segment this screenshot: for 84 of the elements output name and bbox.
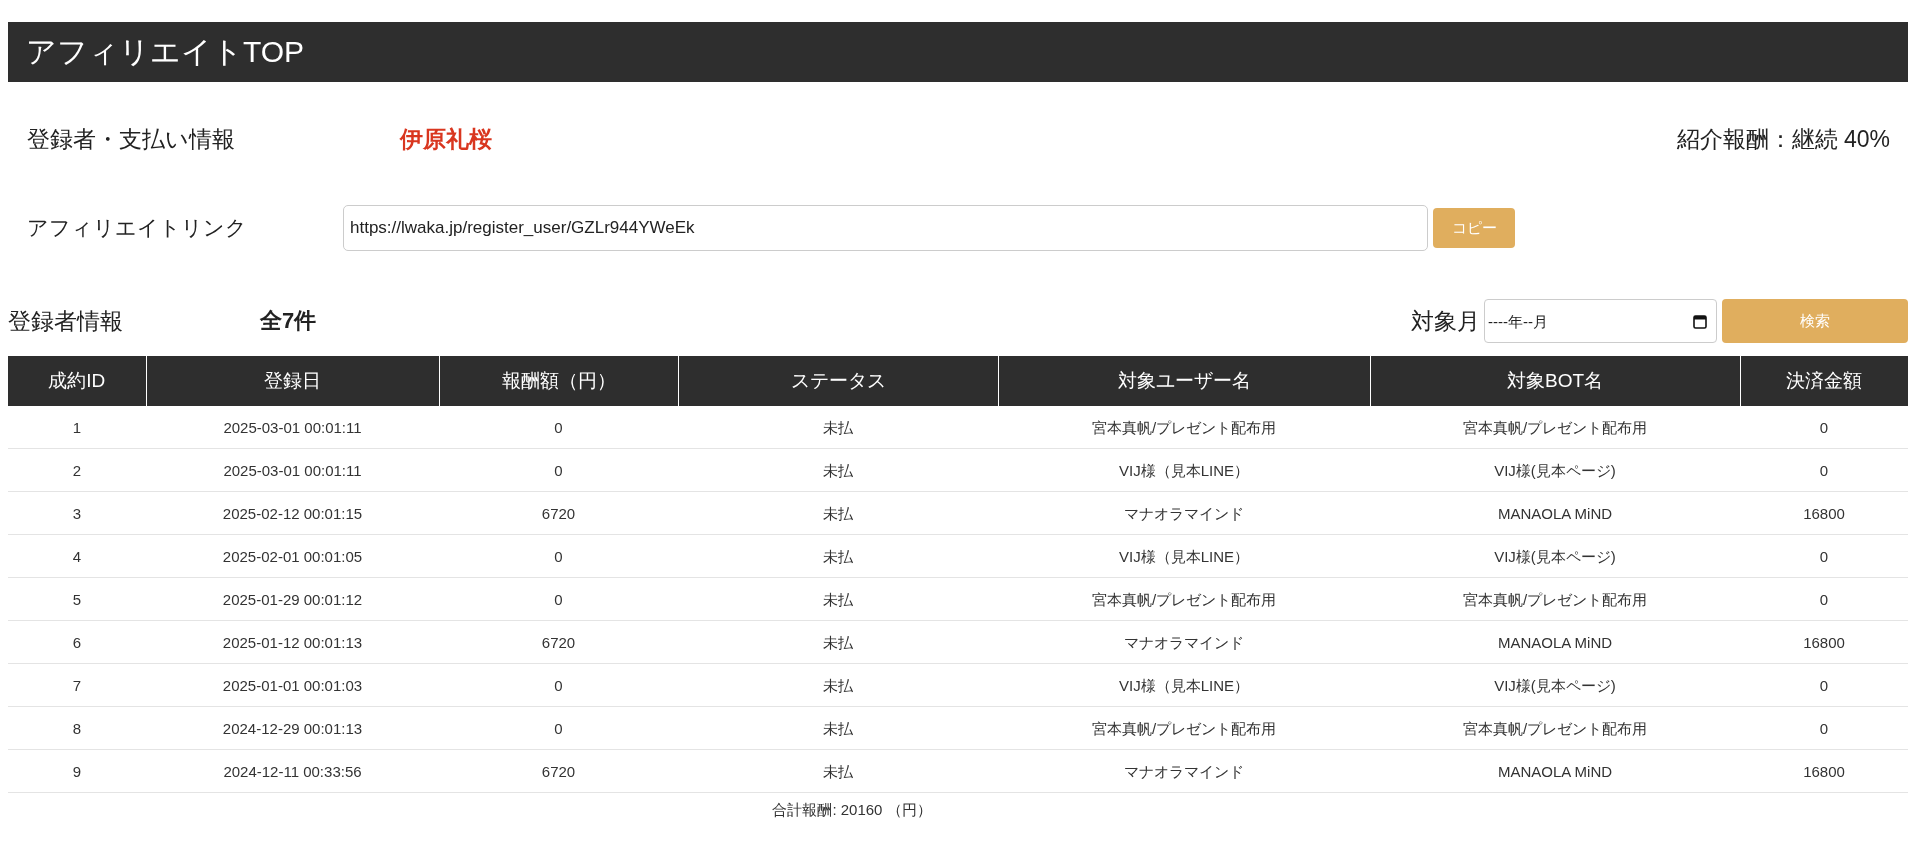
table-cell: 0: [439, 448, 678, 492]
table-cell: 宮本真帆/プレゼント配布用: [998, 406, 1370, 449]
section-label: 登録者・支払い情報: [27, 124, 236, 154]
table-cell: 3: [8, 491, 146, 535]
calendar-icon[interactable]: [1693, 314, 1707, 329]
link-label: アフィリエイトリンク: [27, 215, 248, 241]
column-header: 登録日: [146, 356, 439, 406]
table-cell: 6720: [439, 749, 678, 793]
table-cell: 未払: [678, 620, 998, 664]
table-cell: 16800: [1740, 620, 1908, 664]
table-cell: 9: [8, 749, 146, 793]
page-title: アフィリエイトTOP: [26, 33, 305, 70]
record-count: 全7件: [260, 307, 317, 335]
table-cell: 7: [8, 663, 146, 707]
table-cell: MANAOLA MiND: [1370, 620, 1740, 664]
table-cell: 0: [439, 534, 678, 578]
table-cell: VIJ様(見本ページ): [1370, 534, 1740, 578]
total-reward: 合計報酬: 20160 （円）: [772, 801, 932, 818]
table-cell: 2025-03-01 00:01:11: [146, 406, 439, 449]
table-cell: 1: [8, 406, 146, 449]
table-cell: 宮本真帆/プレゼント配布用: [1370, 406, 1740, 449]
table-cell: 2025-02-12 00:01:15: [146, 491, 439, 535]
table-cell: 未払: [678, 491, 998, 535]
table-cell: 未払: [678, 448, 998, 492]
table-cell: VIJ様（見本LINE）: [998, 663, 1370, 707]
table-cell: 0: [1740, 706, 1908, 750]
table-cell: 16800: [1740, 749, 1908, 793]
table-cell: 2024-12-29 00:01:13: [146, 706, 439, 750]
column-header: 報酬額（円）: [439, 356, 678, 406]
table-cell: MANAOLA MiND: [1370, 749, 1740, 793]
month-field[interactable]: ----年--月: [1484, 299, 1717, 343]
table-cell: 0: [1740, 577, 1908, 621]
table-cell: 0: [1740, 534, 1908, 578]
table-cell: 4: [8, 534, 146, 578]
table-cell: 2025-01-01 00:01:03: [146, 663, 439, 707]
column-header: ステータス: [678, 356, 998, 406]
table-cell: 2025-02-01 00:01:05: [146, 534, 439, 578]
commission-rate: 紹介報酬：継続 40%: [1676, 124, 1890, 154]
month-label: 対象月: [1411, 306, 1480, 336]
table-cell: 宮本真帆/プレゼント配布用: [998, 577, 1370, 621]
table-cell: 2025-01-29 00:01:12: [146, 577, 439, 621]
search-button[interactable]: 検索: [1722, 299, 1908, 343]
table-cell: 宮本真帆/プレゼント配布用: [998, 706, 1370, 750]
table-cell: VIJ様（見本LINE）: [998, 534, 1370, 578]
registrant-name: 伊原礼桜: [400, 124, 492, 154]
table-cell: マナオラマインド: [998, 491, 1370, 535]
table-cell: 5: [8, 577, 146, 621]
column-header: 対象ユーザー名: [998, 356, 1370, 406]
table-cell: 2025-01-12 00:01:13: [146, 620, 439, 664]
table-cell: 6: [8, 620, 146, 664]
table-cell: VIJ様(見本ページ): [1370, 448, 1740, 492]
table-cell: 未払: [678, 706, 998, 750]
table-cell: VIJ様(見本ページ): [1370, 663, 1740, 707]
table-cell: 宮本真帆/プレゼント配布用: [1370, 706, 1740, 750]
table-cell: 未払: [678, 663, 998, 707]
table-cell: 未払: [678, 749, 998, 793]
table-cell: 6720: [439, 620, 678, 664]
column-header: 対象BOT名: [1370, 356, 1740, 406]
table-cell: VIJ様（見本LINE）: [998, 448, 1370, 492]
table-cell: 宮本真帆/プレゼント配布用: [1370, 577, 1740, 621]
column-header: 決済金額: [1740, 356, 1908, 406]
table-cell: 0: [1740, 663, 1908, 707]
table-cell: 未払: [678, 534, 998, 578]
table-cell: 0: [439, 706, 678, 750]
section-label: 登録者情報: [8, 306, 124, 336]
link-field[interactable]: https://lwaka.jp/register_user/GZLr944YWeEk: [343, 205, 1428, 251]
table-cell: マナオラマインド: [998, 620, 1370, 664]
table-cell: マナオラマインド: [998, 749, 1370, 793]
table-cell: 8: [8, 706, 146, 750]
table-cell: 未払: [678, 406, 998, 449]
table-cell: MANAOLA MiND: [1370, 491, 1740, 535]
column-header: 成約ID: [8, 356, 146, 406]
table-cell: 2025-03-01 00:01:11: [146, 448, 439, 492]
table-cell: 2: [8, 448, 146, 492]
table-cell: 未払: [678, 577, 998, 621]
table-cell: 6720: [439, 491, 678, 535]
table-cell: 0: [439, 577, 678, 621]
table-cell: 0: [439, 663, 678, 707]
copy-button[interactable]: コピー: [1433, 208, 1515, 248]
table-cell: 16800: [1740, 491, 1908, 535]
table-cell: 0: [1740, 448, 1908, 492]
table-cell: 0: [439, 406, 678, 449]
table-cell: 0: [1740, 406, 1908, 449]
table-cell: 2024-12-11 00:33:56: [146, 749, 439, 793]
